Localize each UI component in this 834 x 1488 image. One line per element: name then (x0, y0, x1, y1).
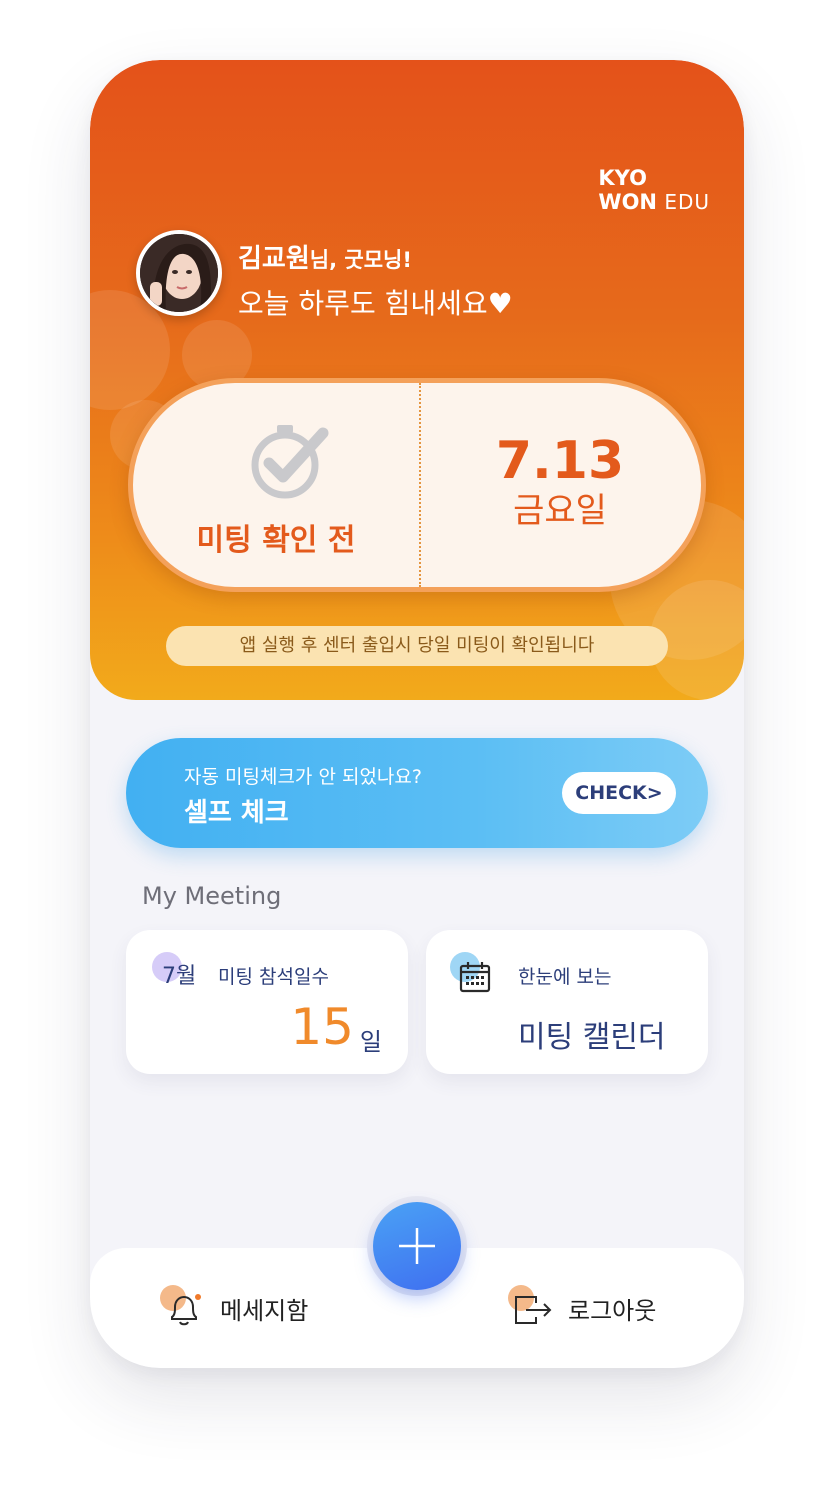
app-screen: KYO WON EDU 김교원님, 굿모닝! 오늘 하루도 힘내세요♥ 미팅 확… (90, 60, 744, 1368)
avatar[interactable] (136, 230, 222, 316)
logout-label: 로그아웃 (568, 1296, 657, 1325)
logout-nav-item[interactable]: 로그아웃 (508, 1278, 656, 1338)
calendar-title: 미팅 캘린더 (518, 1020, 666, 1055)
calendar-subtitle: 한눈에 보는 (518, 966, 612, 988)
bell-icon-wrap (160, 1285, 206, 1331)
greeting-suffix: 님, 굿모닝! (309, 248, 412, 272)
self-check-question: 자동 미팅체크가 안 되었나요? (184, 766, 422, 788)
meeting-weekday: 금요일 (513, 491, 607, 531)
plus-icon (399, 1228, 435, 1264)
attendance-card[interactable]: 7월 미팅 참석일수 15 일 (126, 930, 408, 1074)
user-name: 김교원 (238, 244, 310, 274)
self-check-banner[interactable]: 자동 미팅체크가 안 되었나요? 셀프 체크 CHECK> (126, 738, 708, 848)
brand-logo: KYO WON EDU (598, 166, 710, 214)
logout-icon-wrap (508, 1285, 554, 1331)
messages-label: 메세지함 (220, 1296, 309, 1325)
meeting-notice: 앱 실행 후 센터 출입시 당일 미팅이 확인됩니다 (166, 626, 668, 666)
check-circle-icon (251, 425, 329, 499)
meeting-status-card: 미팅 확인 전 7.13 금요일 (128, 378, 706, 592)
add-button[interactable] (373, 1202, 461, 1290)
attendance-count: 15 (290, 998, 354, 1056)
greeting-title: 김교원님, 굿모닝! (238, 238, 513, 274)
logout-icon (515, 1296, 552, 1324)
meeting-date: 7.13 (495, 431, 625, 491)
attendance-label: 미팅 참석일수 (218, 966, 329, 988)
check-button[interactable]: CHECK> (562, 772, 676, 814)
greeting: 김교원님, 굿모닝! 오늘 하루도 힘내세요♥ (238, 238, 513, 322)
calendar-icon (459, 962, 491, 993)
section-title: My Meeting (142, 882, 282, 910)
calendar-card[interactable]: 한눈에 보는 미팅 캘린더 (426, 930, 708, 1074)
meeting-status-label: 미팅 확인 전 (196, 523, 356, 558)
header-panel: KYO WON EDU 김교원님, 굿모닝! 오늘 하루도 힘내세요♥ 미팅 확… (90, 60, 744, 700)
brand-line3: EDU (664, 190, 710, 214)
brand-line1: KYO (598, 166, 647, 190)
brand-line2: WON (598, 190, 657, 214)
bell-icon (171, 1294, 201, 1326)
greeting-message: 오늘 하루도 힘내세요♥ (238, 287, 513, 320)
attendance-unit: 일 (359, 1028, 382, 1056)
avatar-portrait-icon (140, 234, 218, 312)
messages-nav-item[interactable]: 메세지함 (160, 1278, 308, 1338)
self-check-title: 셀프 체크 (184, 798, 289, 828)
attendance-month: 7월 (162, 964, 197, 989)
